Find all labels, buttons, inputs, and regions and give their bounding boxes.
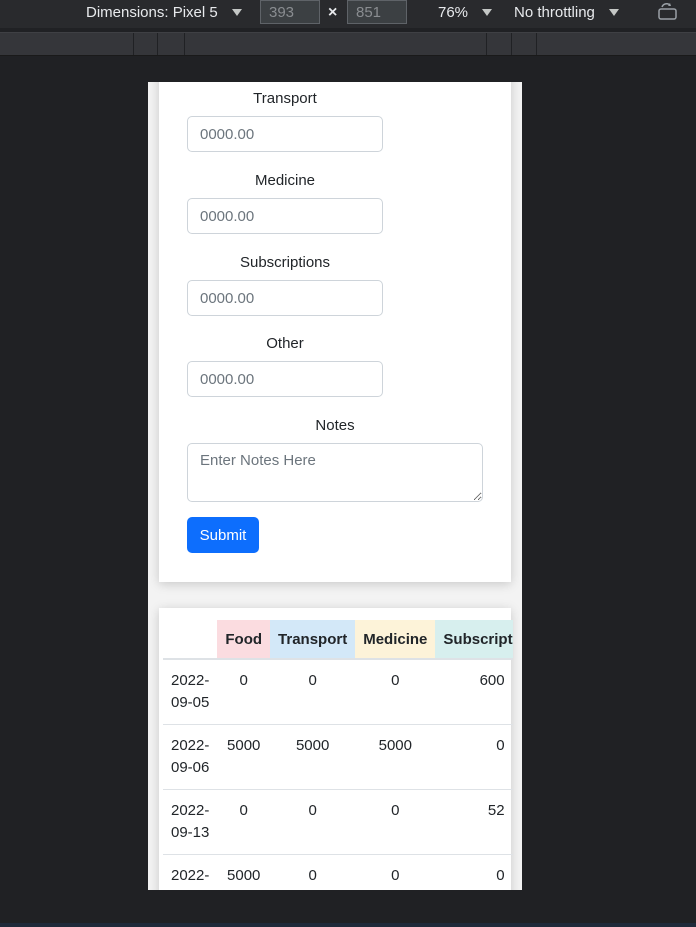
food-cell: 0 [217,659,271,725]
device-dimensions-label: Dimensions: Pixel 5 [86,4,218,21]
expense-form-card: Transport Medicine Subscriptions Other N… [159,82,511,582]
device-dimensions-dropdown[interactable]: Dimensions: Pixel 5 [86,4,242,21]
subscriptions-cell: 0 [435,724,513,790]
date-cell: 2022- 09-13 [163,789,218,855]
medicine-label: Medicine [254,172,316,189]
date-cell: 2022- 09-15 [163,854,218,890]
medicine-cell: 0 [355,789,436,855]
table-row: 2022- 09-05 0 0 0 600 [163,659,513,725]
zoom-dropdown[interactable]: 76% [438,4,493,21]
subscriptions-cell: 0 [435,854,513,890]
medicine-cell: 0 [355,659,436,725]
date-column-header [163,620,218,660]
notes-label: Notes [315,417,355,434]
medicine-cell: 5000 [355,724,436,790]
other-label: Other [266,335,304,352]
transport-label: Transport [253,90,317,107]
subscriptions-input[interactable] [187,280,383,316]
device-width-input[interactable] [260,0,320,24]
subscriptions-column-header: Subscript [435,620,513,660]
rotate-icon[interactable] [658,3,678,21]
submit-button[interactable]: Submit [187,517,259,553]
dimension-separator: × [328,4,338,21]
media-query-ruler [0,32,696,56]
table-row: 2022- 09-15 5000 0 0 0 [163,854,513,890]
food-column-header: Food [217,620,271,660]
throttling-label: No throttling [514,4,595,21]
transport-cell: 5000 [270,724,356,790]
food-cell: 0 [217,789,271,855]
expense-table-card: Food Transport Medicine Subscript 2022- … [159,608,513,890]
throttling-dropdown[interactable]: No throttling [514,4,619,21]
table-row: 2022- 09-06 5000 5000 5000 0 [163,724,513,790]
food-cell: 5000 [217,724,271,790]
table-row: 2022- 09-13 0 0 0 52 [163,789,513,855]
notes-textarea[interactable] [187,443,483,502]
chevron-down-icon [231,9,242,16]
transport-cell: 0 [270,854,356,890]
transport-input[interactable] [187,116,383,152]
subscriptions-label: Subscriptions [239,254,331,271]
food-cell: 5000 [217,854,271,890]
expense-table: Food Transport Medicine Subscript 2022- … [163,620,513,890]
transport-cell: 0 [270,789,356,855]
subscriptions-cell: 600 [435,659,513,725]
medicine-cell: 0 [355,854,436,890]
medicine-column-header: Medicine [355,620,436,660]
devtools-device-toolbar: Dimensions: Pixel 5 × 76% No throttling [0,0,696,28]
transport-cell: 0 [270,659,356,725]
device-height-input[interactable] [347,0,407,24]
other-input[interactable] [187,361,383,397]
chevron-down-icon [482,9,493,16]
transport-column-header: Transport [270,620,356,660]
chevron-down-icon [608,9,619,16]
date-cell: 2022- 09-05 [163,659,218,725]
medicine-input[interactable] [187,198,383,234]
date-cell: 2022- 09-06 [163,724,218,790]
subscriptions-cell: 52 [435,789,513,855]
bottom-edge-strip [0,923,696,927]
table-header-row: Food Transport Medicine Subscript [163,620,513,660]
device-viewport: Transport Medicine Subscriptions Other N… [148,82,522,890]
zoom-label: 76% [438,4,469,21]
